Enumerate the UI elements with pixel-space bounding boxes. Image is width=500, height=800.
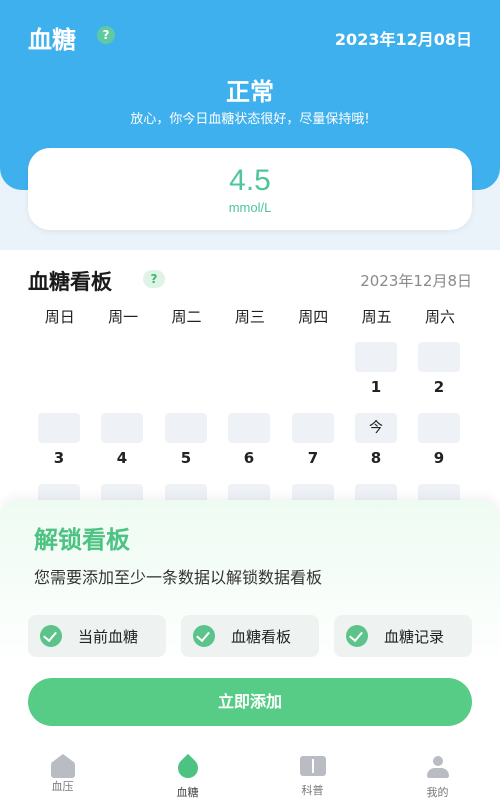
day-number: 8 <box>370 449 382 467</box>
weekday-header: 周日 周一 周二 周三 周四 周五 周六 <box>28 306 472 327</box>
day-box <box>355 342 397 372</box>
calendar-day[interactable]: 4 <box>100 413 144 467</box>
day-box <box>292 413 334 443</box>
check-icon <box>346 625 368 647</box>
help-icon[interactable]: ? <box>97 26 115 44</box>
check-icon <box>40 625 62 647</box>
nav-item-me[interactable]: 我的 <box>375 742 500 800</box>
weekday-label: 周五 <box>361 308 392 326</box>
book-icon <box>299 756 326 776</box>
day-number: 3 <box>53 449 65 467</box>
add-now-button[interactable]: 立即添加 <box>28 678 472 726</box>
weekday-label: 周一 <box>108 308 139 326</box>
board-date: 2023年12月8日 <box>360 272 472 290</box>
calendar-day[interactable]: 3 <box>37 413 81 467</box>
drop-icon <box>173 753 202 783</box>
day-number: 1 <box>370 378 382 396</box>
check-icon <box>193 625 215 647</box>
user-icon <box>426 756 450 778</box>
feature-label: 血糖记录 <box>384 627 445 646</box>
weekday-label: 周二 <box>171 308 202 326</box>
day-box <box>38 413 80 443</box>
nav-item-blood-pressure[interactable]: 血压 <box>0 742 125 800</box>
calendar-day[interactable]: 1 <box>354 342 398 396</box>
today-box: 今 <box>355 413 397 443</box>
weekday-label: 周日 <box>44 308 75 326</box>
day-number: 9 <box>433 449 445 467</box>
reading-unit: mmol/L <box>228 200 272 215</box>
day-box <box>418 413 460 443</box>
nav-label: 科普 <box>301 784 324 797</box>
feature-label: 血糖看板 <box>231 627 292 646</box>
feature-label: 当前血糖 <box>78 627 139 646</box>
day-box <box>228 413 270 443</box>
board-help-icon[interactable]: ? <box>143 270 165 288</box>
unlock-panel: 解锁看板 您需要添加至少一条数据以解锁数据看板 当前血糖 血糖看板 血糖记录 立… <box>0 500 500 742</box>
day-box <box>418 342 460 372</box>
calendar-day[interactable]: 6 <box>227 413 271 467</box>
day-box <box>101 413 143 443</box>
unlock-description: 您需要添加至少一条数据以解锁数据看板 <box>34 568 323 587</box>
status-label: 正常 <box>226 78 274 106</box>
day-number: 4 <box>116 449 128 467</box>
day-box <box>165 413 207 443</box>
calendar-day[interactable]: 2 <box>417 342 461 396</box>
nav-item-science[interactable]: 科普 <box>250 742 375 800</box>
header-date: 2023年12月08日 <box>334 30 472 49</box>
nav-label: 血压 <box>51 780 74 793</box>
calendar-day[interactable]: 5 <box>164 413 208 467</box>
nav-label: 我的 <box>426 786 449 799</box>
weekday-label: 周六 <box>425 308 456 326</box>
nav-item-blood-glucose[interactable]: 血糖 <box>125 742 250 800</box>
house-icon <box>50 754 75 778</box>
reading-card: 4.5 mmol/L <box>28 148 472 230</box>
app-title: 血糖 <box>28 26 76 54</box>
day-number: 7 <box>307 449 319 467</box>
day-number: 5 <box>180 449 192 467</box>
status-message: 放心，你今日血糖状态很好，尽量保持哦! <box>130 112 370 127</box>
feature-glucose-board: 血糖看板 <box>181 615 319 657</box>
calendar-day-today[interactable]: 今 8 <box>354 413 398 467</box>
calendar-day[interactable]: 9 <box>417 413 461 467</box>
bottom-nav: 血压 血糖 科普 我的 <box>0 742 500 800</box>
reading-value: 4.5 <box>229 164 271 197</box>
day-number: 2 <box>433 378 445 396</box>
day-number: 6 <box>243 449 255 467</box>
unlock-title: 解锁看板 <box>34 526 130 554</box>
nav-label: 血糖 <box>176 786 199 799</box>
weekday-label: 周四 <box>298 308 329 326</box>
calendar-day[interactable]: 7 <box>291 413 335 467</box>
feature-current-glucose: 当前血糖 <box>28 615 166 657</box>
feature-glucose-records: 血糖记录 <box>334 615 472 657</box>
weekday-label: 周三 <box>234 308 265 326</box>
board-title: 血糖看板 <box>28 270 112 294</box>
